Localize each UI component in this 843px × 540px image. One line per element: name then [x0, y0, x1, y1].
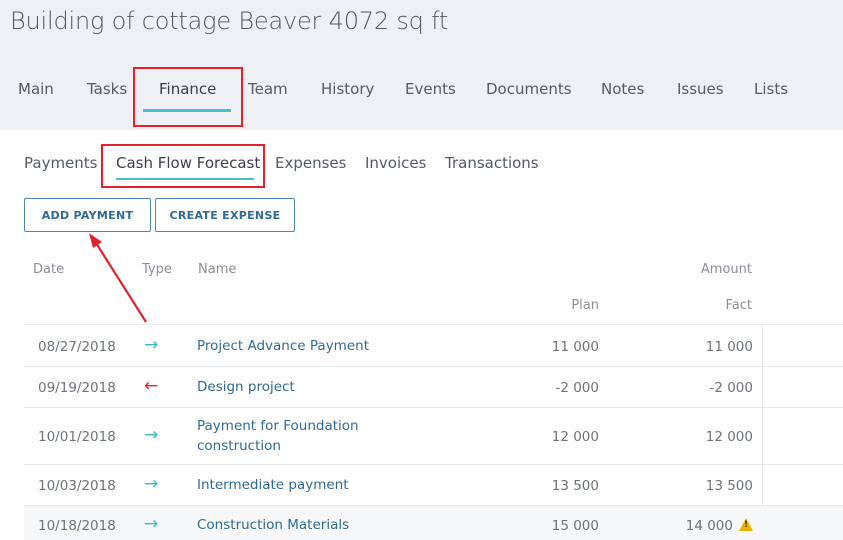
annotation-arrow-line: [95, 242, 147, 323]
row-plan: 11 000: [551, 339, 599, 355]
warning-icon[interactable]: [739, 518, 753, 531]
row-name-link[interactable]: Design project: [197, 377, 397, 397]
header-date: Date: [33, 262, 65, 277]
header-fact: Fact: [725, 298, 753, 313]
table-row[interactable]: 08/27/2018 → Project Advance Payment 11 …: [24, 324, 843, 366]
row-fact: 12 000: [705, 429, 753, 445]
row-fact-with-warning: 14 000: [686, 518, 753, 534]
annotation-arrow-head: [89, 233, 102, 248]
table-row[interactable]: 10/03/2018 → Intermediate payment 13 500…: [24, 464, 843, 505]
arrow-right-icon: →: [144, 425, 159, 445]
row-plan: 12 000: [551, 429, 599, 445]
header-plan: Plan: [571, 298, 599, 313]
table-row[interactable]: 09/19/2018 ← Design project -2 000 -2 00…: [24, 366, 843, 407]
header-type: Type: [142, 262, 172, 277]
arrow-right-icon: →: [144, 474, 159, 494]
row-plan: 15 000: [551, 518, 599, 534]
row-name-link[interactable]: Intermediate payment: [197, 475, 397, 495]
arrow-right-icon: →: [144, 335, 159, 355]
arrow-right-icon: →: [144, 514, 159, 534]
row-plan: -2 000: [555, 380, 599, 396]
row-fact: 14 000: [685, 518, 733, 534]
row-fact: -2 000: [709, 380, 753, 396]
table-row[interactable]: 10/18/2018 → Construction Materials 15 0…: [24, 505, 843, 540]
row-fact: 13 500: [705, 478, 753, 494]
table-row[interactable]: 10/01/2018 → Payment for Foundation cons…: [24, 407, 843, 464]
row-date: 09/19/2018: [38, 380, 116, 396]
row-date: 10/18/2018: [38, 518, 116, 534]
row-name-link[interactable]: Construction Materials: [197, 515, 397, 535]
arrow-left-icon: ←: [144, 376, 159, 396]
row-name-link[interactable]: Project Advance Payment: [197, 336, 397, 356]
row-date: 10/03/2018: [38, 478, 116, 494]
row-plan: 13 500: [551, 478, 599, 494]
header-amount: Amount: [700, 262, 752, 277]
row-fact: 11 000: [705, 339, 753, 355]
row-name-link[interactable]: Payment for Foundation construction: [197, 416, 387, 456]
row-date: 10/01/2018: [38, 429, 116, 445]
header-name: Name: [198, 262, 237, 277]
row-date: 08/27/2018: [38, 339, 116, 355]
